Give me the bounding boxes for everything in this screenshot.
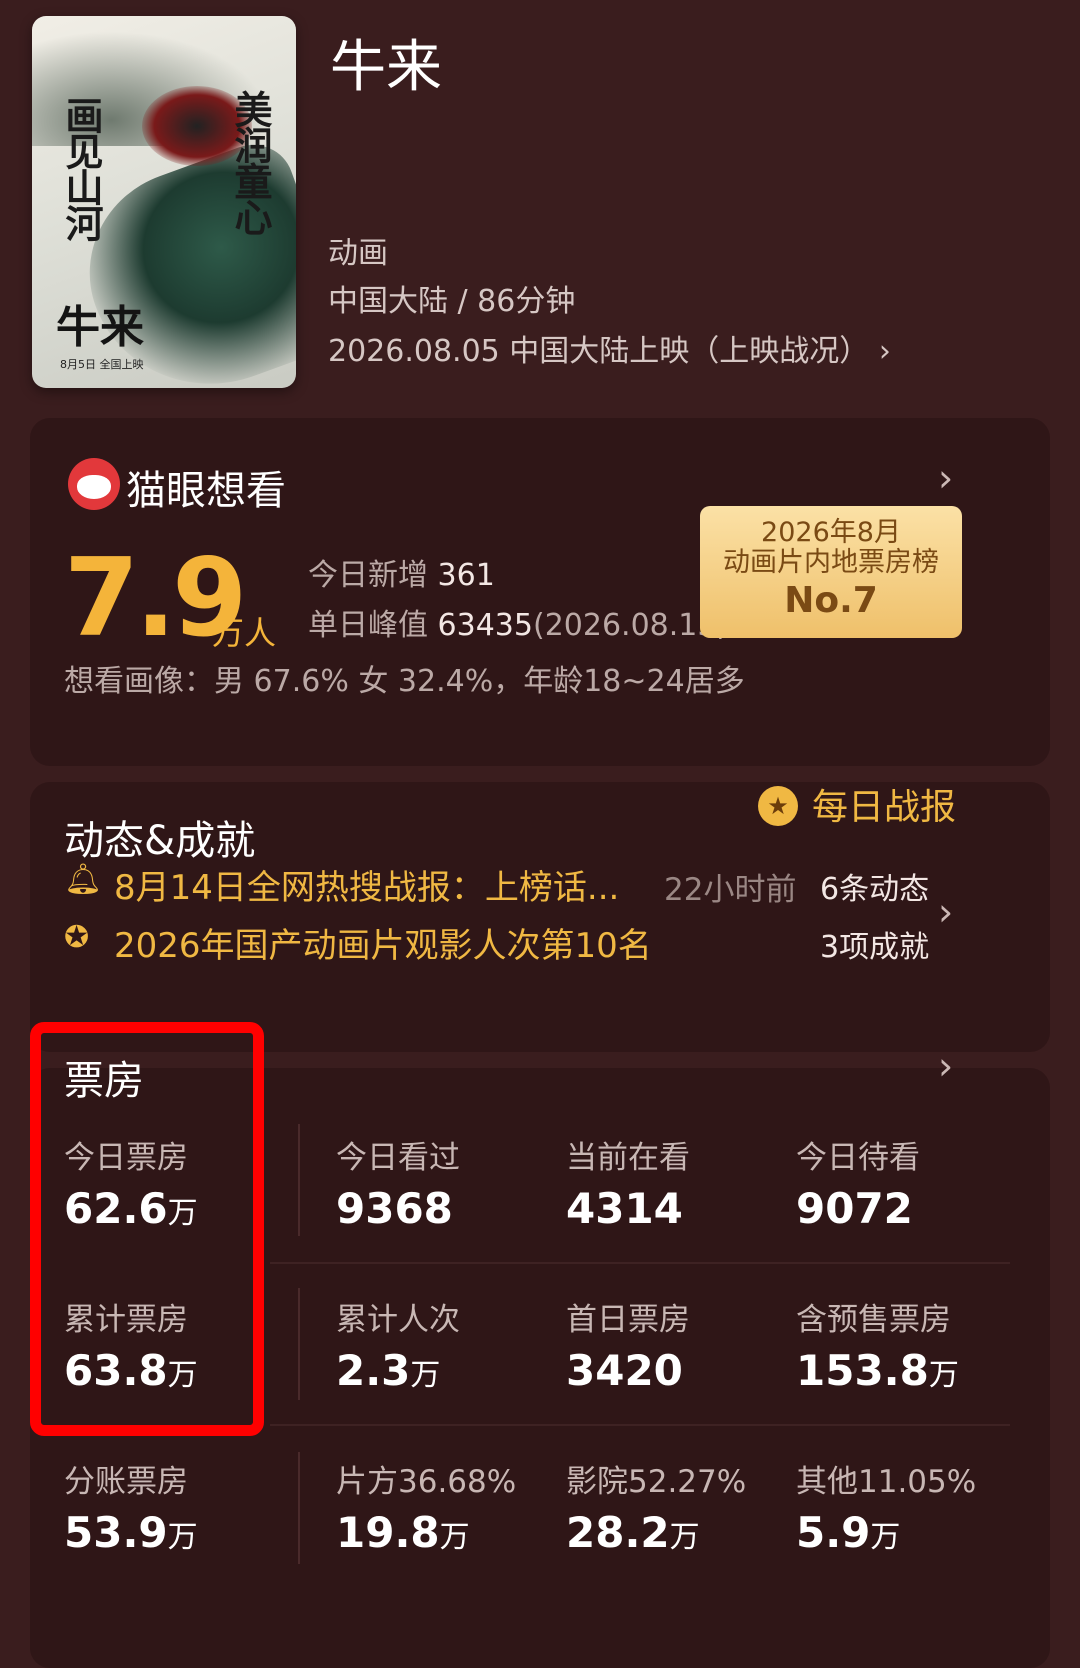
total-admissions-label: 累计人次 xyxy=(336,1302,460,1338)
row-divider xyxy=(270,1424,1010,1426)
cinema-share-value: 28.2万 xyxy=(566,1508,700,1557)
movie-genre: 动画 xyxy=(328,236,388,271)
maoyan-cat-icon xyxy=(68,458,120,510)
news-item-text[interactable]: 8月14日全网热搜战报：上榜话... xyxy=(114,860,619,909)
today-to-watch-label: 今日待看 xyxy=(796,1140,920,1176)
achievement-item-text[interactable]: 2026年国产动画片观影人次第10名 xyxy=(114,918,652,967)
news-card[interactable]: 动态&成就 ★ 每日战报 🔔︎ 8月14日全网热搜战报：上榜话... 22小时前… xyxy=(30,782,1050,1052)
total-admissions-value: 2.3万 xyxy=(336,1346,441,1395)
watching-now-label: 当前在看 xyxy=(566,1140,690,1176)
movie-release-link[interactable]: 2026.08.05 中国大陆上映（上映战况） › xyxy=(328,326,891,370)
wish-card[interactable]: 猫眼想看 › 7.9 万人 今日新增 361 单日峰值 63435(2026.0… xyxy=(30,418,1050,766)
news-count: 6条动态 xyxy=(820,872,930,907)
highlight-annotation xyxy=(30,1022,264,1436)
news-card-title: 动态&成就 xyxy=(64,818,256,864)
daily-report-label[interactable]: 每日战报 xyxy=(812,778,956,830)
presale-boxoffice-value: 153.8万 xyxy=(796,1346,959,1395)
movie-region-duration: 中国大陆 / 86分钟 xyxy=(328,284,576,319)
today-watched-value: 9368 xyxy=(336,1184,453,1233)
news-item-time: 22小时前 xyxy=(664,872,797,908)
chevron-right-icon: › xyxy=(878,334,891,369)
today-watched-label: 今日看过 xyxy=(336,1140,460,1176)
medal-icon: ✪ xyxy=(64,920,90,955)
today-new-label: 今日新增 xyxy=(308,558,428,593)
poster-release-date: 8月5日 全国上映 xyxy=(60,358,144,371)
peak-value: 63435 xyxy=(437,608,533,643)
split-boxoffice-value: 53.9万 xyxy=(64,1508,198,1557)
wish-card-title: 猫眼想看 xyxy=(126,468,286,514)
column-divider xyxy=(298,1452,300,1564)
today-new-stat: 今日新增 361 xyxy=(308,550,495,594)
column-divider xyxy=(298,1288,300,1400)
producer-share-value: 19.8万 xyxy=(336,1508,470,1557)
achievement-count: 3项成就 xyxy=(820,930,930,965)
poster-title: 牛来 xyxy=(56,302,144,353)
other-share-value: 5.9万 xyxy=(796,1508,901,1557)
peak-label: 单日峰值 xyxy=(308,608,428,643)
peak-date: (2026.08.15) xyxy=(532,608,729,643)
ranking-badge-month: 2026年8月 xyxy=(761,517,901,548)
poster-left-calligraphy: 画见山河 xyxy=(59,96,104,240)
presale-boxoffice-label: 含预售票房 xyxy=(796,1302,951,1338)
split-boxoffice-label: 分账票房 xyxy=(64,1464,188,1500)
cinema-share-label: 影院52.27% xyxy=(566,1464,747,1500)
wish-count-unit: 万人 xyxy=(212,614,277,652)
other-share-label: 其他11.05% xyxy=(796,1464,977,1500)
ranking-badge-category: 动画片内地票房榜 xyxy=(723,547,939,578)
peak-stat: 单日峰值 63435(2026.08.15) xyxy=(308,600,728,644)
movie-poster[interactable]: 画见山河 美润童心 牛来 8月5日 全国上映 xyxy=(32,16,296,388)
chevron-right-icon[interactable]: › xyxy=(938,456,953,500)
producer-share-label: 片方36.68% xyxy=(336,1464,517,1500)
bell-icon: 🔔︎ xyxy=(64,862,103,897)
first-day-boxoffice-label: 首日票房 xyxy=(566,1302,690,1338)
row-divider xyxy=(270,1262,1010,1264)
poster-right-calligraphy: 美润童心 xyxy=(228,90,273,234)
today-new-value: 361 xyxy=(437,558,495,593)
watching-now-value: 4314 xyxy=(566,1184,683,1233)
ranking-badge[interactable]: 2026年8月 动画片内地票房榜 No.7 xyxy=(700,506,962,638)
column-divider xyxy=(298,1124,300,1236)
chevron-right-icon[interactable]: › xyxy=(938,1044,953,1088)
movie-title: 牛来 xyxy=(330,35,442,100)
chevron-right-icon[interactable]: › xyxy=(938,890,953,934)
star-medal-icon: ★ xyxy=(758,786,798,826)
movie-release-text: 2026.08.05 中国大陆上映（上映战况） xyxy=(328,334,870,369)
today-to-watch-value: 9072 xyxy=(796,1184,913,1233)
ranking-badge-rank: No.7 xyxy=(784,580,878,621)
audience-profile: 想看画像：男 67.6% 女 32.4%，年龄18~24居多 xyxy=(64,664,745,699)
first-day-boxoffice-value: 3420 xyxy=(566,1346,683,1395)
